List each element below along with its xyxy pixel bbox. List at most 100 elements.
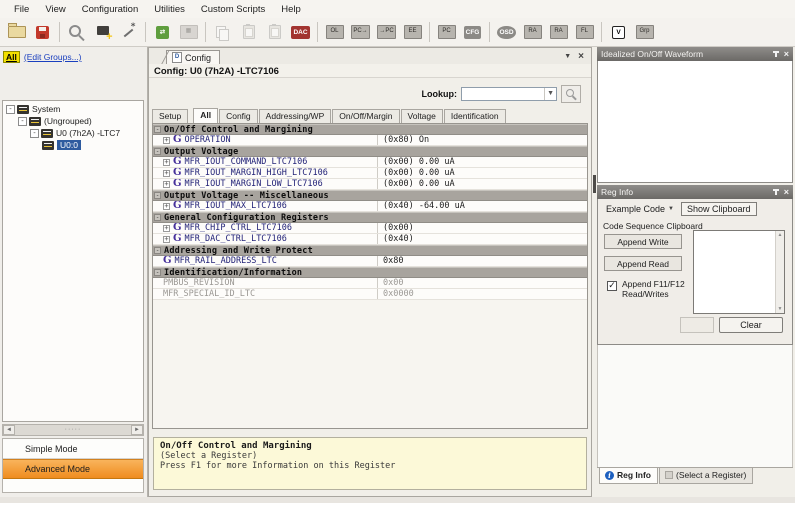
append-write-button[interactable]: Append Write — [604, 234, 682, 249]
scroll-down-icon[interactable]: ▼ — [778, 306, 783, 312]
menu-item-configuration[interactable]: Configuration — [74, 2, 147, 17]
append-read-button[interactable]: Append Read — [604, 256, 682, 271]
telemetry-icon[interactable]: ▦ — [176, 20, 201, 44]
register-row-mfr-iout-command-ltc7106[interactable]: +GMFR_IOUT_COMMAND_LTC7106(0x00) 0.00 uA — [153, 157, 587, 168]
open-file-icon[interactable] — [4, 20, 29, 44]
splitter-grip[interactable] — [593, 175, 596, 193]
menu-item-file[interactable]: File — [6, 2, 37, 17]
show-clipboard-button[interactable]: Show Clipboard — [681, 202, 757, 216]
append-f11-f12-checkbox[interactable]: ✓ — [607, 281, 617, 291]
config-document-tab[interactable]: D Config — [166, 50, 220, 64]
tree-expander-icon[interactable]: - — [18, 117, 27, 126]
tree-horizontal-scrollbar[interactable]: ◄ ····· ► — [2, 424, 144, 436]
section-header-general-configuration-registers[interactable]: -General Configuration Registers — [153, 212, 587, 223]
tree-item-u0-7h2a-ltc7[interactable]: -U0 (7h2A) -LTC7 — [3, 127, 143, 139]
save-icon[interactable] — [30, 20, 55, 44]
register-row-mfr-chip-ctrl-ltc7106[interactable]: +GMFR_CHIP_CTRL_LTC7106(0x00) — [153, 223, 587, 234]
code-clipboard-textarea[interactable]: ▲▼ — [693, 230, 785, 314]
scroll-up-icon[interactable]: ▲ — [778, 232, 783, 238]
group-off-icon[interactable]: Grp — [632, 20, 657, 44]
section-collapse-icon[interactable]: - — [154, 247, 161, 254]
copy-icon[interactable] — [210, 20, 235, 44]
panel-menu-chevron-icon[interactable]: ▼ — [564, 53, 571, 60]
ram-verify-icon[interactable]: RA — [546, 20, 571, 44]
paste-special-icon[interactable] — [262, 20, 287, 44]
clear-button[interactable]: Clear — [719, 317, 783, 333]
register-row-mfr-special-id-ltc[interactable]: MFR_SPECIAL_ID_LTC0x0000 — [153, 289, 587, 300]
menu-item-view[interactable]: View — [37, 2, 73, 17]
pc-chip-icon[interactable]: PC — [434, 20, 459, 44]
tab-addressing-wp[interactable]: Addressing/WP — [259, 109, 332, 123]
lookup-combobox[interactable]: ▼ — [461, 87, 557, 101]
tab-all[interactable]: All — [193, 108, 218, 123]
section-header-output-voltage-miscellaneous[interactable]: -Output Voltage -- Miscellaneous — [153, 190, 587, 201]
tree-item-u0-0[interactable]: U0:0 — [3, 139, 143, 151]
close-icon[interactable]: × — [784, 188, 789, 196]
tab-config[interactable]: Config — [219, 109, 258, 123]
ram-to-pc-icon[interactable]: →PC — [374, 20, 399, 44]
dac-icon[interactable]: DAC — [288, 20, 313, 44]
dock-tab-reg-info[interactable]: iReg Info — [599, 468, 658, 484]
find-icon[interactable] — [64, 20, 89, 44]
register-row-mfr-dac-ctrl-ltc7106[interactable]: +GMFR_DAC_CTRL_LTC7106(0x40) — [153, 234, 587, 245]
section-header-output-voltage[interactable]: -Output Voltage — [153, 146, 587, 157]
example-code-button[interactable]: Example Code ▼ — [603, 203, 677, 215]
fl-chip-icon[interactable]: FL — [572, 20, 597, 44]
advanced-mode-button[interactable]: Advanced Mode — [3, 459, 143, 479]
section-collapse-icon[interactable]: - — [154, 269, 161, 276]
tab-identification[interactable]: Identification — [444, 109, 506, 123]
add-device-icon[interactable] — [90, 20, 115, 44]
section-header-addressing-and-write-protect[interactable]: -Addressing and Write Protect — [153, 245, 587, 256]
section-collapse-icon[interactable]: - — [154, 126, 161, 133]
tree-item-system[interactable]: -System — [3, 103, 143, 115]
tab-on-off-margin[interactable]: On/Off/Margin — [332, 109, 399, 123]
onoff-line-icon[interactable]: OL — [322, 20, 347, 44]
menu-item-utilities[interactable]: Utilities — [146, 2, 193, 17]
chevron-down-icon[interactable]: ▼ — [544, 88, 556, 100]
v-icon[interactable]: V — [606, 20, 631, 44]
panel-close-icon[interactable]: × — [578, 51, 584, 62]
nvm-icon[interactable]: EE — [400, 20, 425, 44]
secondary-button[interactable] — [680, 317, 714, 333]
cfg-icon[interactable]: CFG — [460, 20, 485, 44]
expand-plus-icon[interactable]: + — [163, 159, 170, 166]
section-collapse-icon[interactable]: - — [154, 148, 161, 155]
pin-icon[interactable] — [772, 50, 780, 58]
ram-write-icon[interactable]: RA — [520, 20, 545, 44]
pin-icon[interactable] — [772, 188, 780, 196]
expand-plus-icon[interactable]: + — [163, 181, 170, 188]
dock-tab-select-a-register[interactable]: (Select a Register) — [659, 468, 753, 484]
osd-icon[interactable]: OSD — [494, 20, 519, 44]
expand-plus-icon[interactable]: + — [163, 225, 170, 232]
section-header-identification-information[interactable]: -Identification/Information — [153, 267, 587, 278]
register-row-mfr-iout-margin-low-ltc7106[interactable]: +GMFR_IOUT_MARGIN_LOW_LTC7106(0x00) 0.00… — [153, 179, 587, 190]
setup-wizard-icon[interactable] — [116, 20, 141, 44]
tab-voltage[interactable]: Voltage — [401, 109, 443, 123]
tab-setup[interactable]: Setup — [152, 109, 188, 123]
lookup-search-button[interactable] — [561, 85, 581, 103]
paste-icon[interactable] — [236, 20, 261, 44]
expand-plus-icon[interactable]: + — [163, 170, 170, 177]
expand-plus-icon[interactable]: + — [163, 203, 170, 210]
tree-item-ungrouped[interactable]: -(Ungrouped) — [3, 115, 143, 127]
register-row-mfr-iout-max-ltc7106[interactable]: +GMFR_IOUT_MAX_LTC7106(0x40) -64.00 uA — [153, 201, 587, 212]
register-row-operation[interactable]: +GOPERATION(0x80) On — [153, 135, 587, 146]
scrollbar-track[interactable]: ····· — [15, 425, 131, 435]
register-row-mfr-rail-address-ltc[interactable]: GMFR_RAIL_ADDRESS_LTC0x80 — [153, 256, 587, 267]
section-collapse-icon[interactable]: - — [154, 192, 161, 199]
section-header-on-off-control-and-margining[interactable]: -On/Off Control and Margining — [153, 124, 587, 135]
all-group-badge[interactable]: All — [3, 51, 20, 63]
scroll-left-icon[interactable]: ◄ — [3, 425, 15, 435]
expand-plus-icon[interactable]: + — [163, 236, 170, 243]
simple-mode-button[interactable]: Simple Mode — [3, 439, 143, 459]
register-row-mfr-iout-margin-high-ltc7106[interactable]: +GMFR_IOUT_MARGIN_HIGH_LTC7106(0x00) 0.0… — [153, 168, 587, 179]
go-online-icon[interactable]: ⇄ — [150, 20, 175, 44]
expand-plus-icon[interactable]: + — [163, 137, 170, 144]
textarea-scrollbar[interactable]: ▲▼ — [775, 231, 784, 313]
section-collapse-icon[interactable]: - — [154, 214, 161, 221]
close-icon[interactable]: × — [784, 50, 789, 58]
scroll-right-icon[interactable]: ► — [131, 425, 143, 435]
edit-groups-link[interactable]: (Edit Groups...) — [24, 52, 82, 62]
register-row-pmbus-revision[interactable]: PMBUS_REVISION0x00 — [153, 278, 587, 289]
menu-item-custom-scripts[interactable]: Custom Scripts — [193, 2, 273, 17]
